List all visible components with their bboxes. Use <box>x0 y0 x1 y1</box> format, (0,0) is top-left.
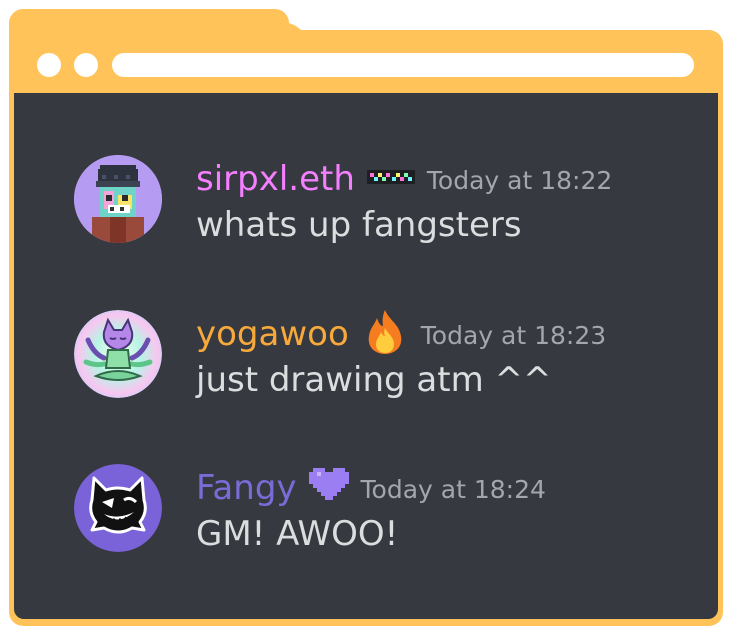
address-bar[interactable] <box>112 53 694 77</box>
username[interactable]: yogawoo <box>196 314 349 354</box>
chat-message: Fangy Today at 18:24 GM! AWOO! <box>74 464 714 556</box>
username[interactable]: sirpxl.eth <box>196 159 355 199</box>
window-control-dot[interactable] <box>37 53 61 77</box>
message-timestamp: Today at 18:22 <box>426 166 613 195</box>
black-wolf-avatar[interactable] <box>74 464 162 552</box>
username[interactable]: Fangy <box>196 468 297 508</box>
message-text: GM! AWOO! <box>196 514 399 554</box>
message-text: just drawing atm ^^ <box>196 360 552 400</box>
window-control-dot[interactable] <box>74 53 98 77</box>
chat-message: yogawoo Today at 18:23 just drawing atm … <box>74 310 714 402</box>
chat-message: sirpxl.eth Today at 18:22 whats up fangs… <box>74 155 714 247</box>
message-text: whats up fangsters <box>196 205 522 245</box>
message-header: Fangy Today at 18:24 <box>196 468 546 508</box>
pixel-beanie-character-avatar[interactable] <box>74 155 162 243</box>
fire-icon <box>361 308 409 360</box>
pixel-glasses-icon <box>366 168 415 190</box>
message-header: sirpxl.eth Today at 18:22 <box>196 159 612 199</box>
meditating-creature-avatar[interactable] <box>74 310 162 398</box>
message-header: yogawoo Today at 18:23 <box>196 310 607 354</box>
pixel-heart-icon <box>308 468 349 508</box>
message-timestamp: Today at 18:24 <box>360 475 546 504</box>
chat-panel: sirpxl.eth Today at 18:22 whats up fangs… <box>14 93 718 619</box>
message-timestamp: Today at 18:23 <box>420 321 607 350</box>
